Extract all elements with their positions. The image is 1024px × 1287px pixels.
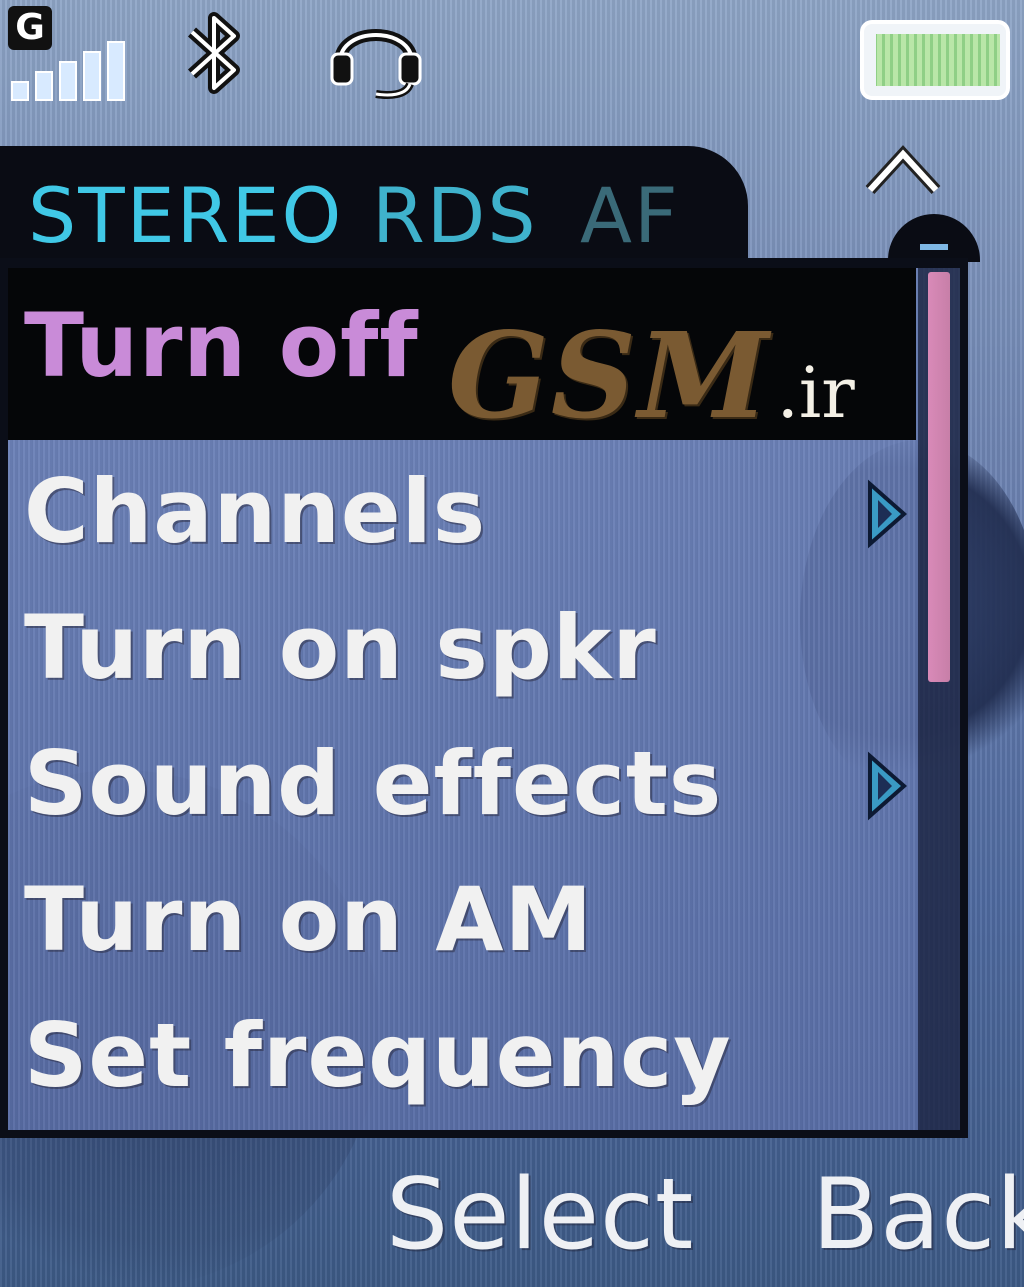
menu-item-set-frequency[interactable]: Set frequency xyxy=(8,984,916,1120)
menu-item-channels[interactable]: Channels xyxy=(8,440,916,576)
battery-icon xyxy=(860,20,1010,100)
submenu-arrow-icon xyxy=(868,479,908,549)
watermark-brand: GSM xyxy=(448,306,771,445)
watermark-logo: GSM.ir xyxy=(448,306,855,445)
radio-status-header: STEREO RDS AF xyxy=(0,146,748,270)
select-softkey[interactable]: Select xyxy=(386,1160,694,1270)
scrollbar-cap xyxy=(888,214,980,262)
submenu-arrow-icon xyxy=(868,751,908,821)
bluetooth-icon xyxy=(187,12,240,94)
menu-item-label: Set frequency xyxy=(24,1004,732,1107)
watermark-tld: .ir xyxy=(776,352,855,434)
rds-indicator: RDS xyxy=(372,171,538,260)
fm-radio-options-screen: G STEREO RDS AF Turn off Channels Turn o… xyxy=(0,0,1024,1287)
scrollbar[interactable] xyxy=(918,268,960,1130)
back-softkey[interactable]: Back xyxy=(812,1160,1024,1270)
menu-item-turn-on-speaker[interactable]: Turn on spkr xyxy=(8,576,916,712)
menu-item-sound-effects[interactable]: Sound effects xyxy=(8,712,916,848)
softkey-bar: Select Back xyxy=(0,1138,1024,1287)
menu-item-label: Turn on spkr xyxy=(24,596,657,699)
headset-icon xyxy=(330,29,422,99)
signal-strength-icon xyxy=(11,41,125,101)
menu-item-label: Sound effects xyxy=(24,732,723,835)
scroll-up-icon xyxy=(865,145,941,195)
af-indicator: AF xyxy=(580,171,680,260)
status-bar: G xyxy=(0,0,1024,120)
stereo-indicator: STEREO xyxy=(28,171,344,260)
menu-item-label: Channels xyxy=(24,460,487,563)
menu-item-label: Turn off xyxy=(24,294,419,397)
menu-item-label: Turn on AM xyxy=(24,868,594,971)
menu-item-turn-on-am[interactable]: Turn on AM xyxy=(8,848,916,984)
scrollbar-thumb[interactable] xyxy=(928,272,950,682)
